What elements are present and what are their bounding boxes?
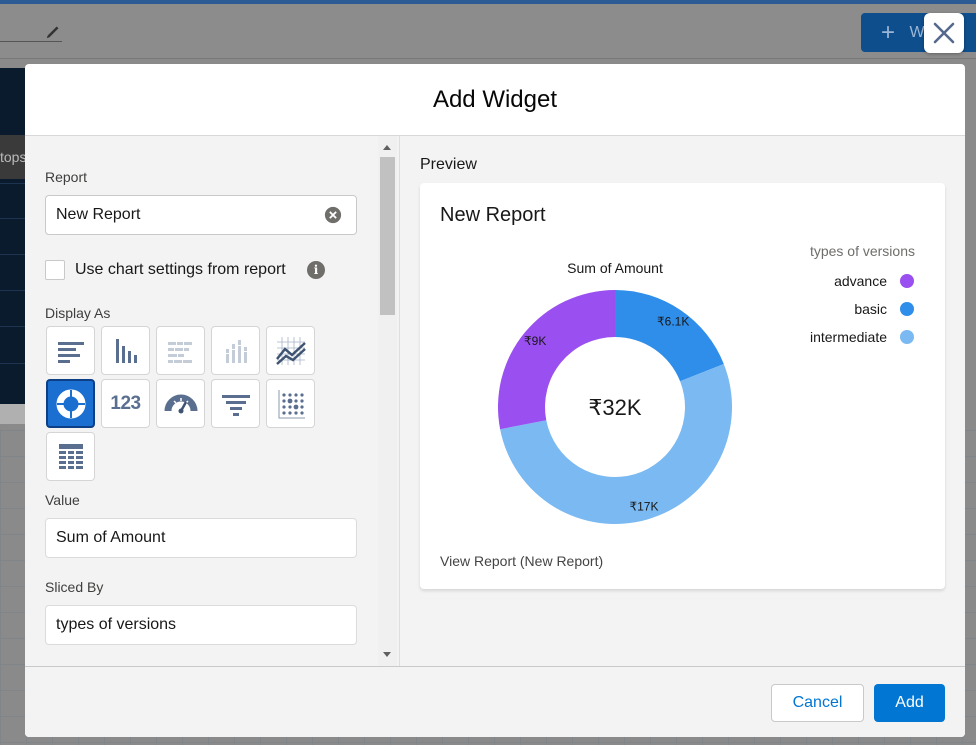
close-modal-button[interactable] — [924, 13, 964, 53]
sliced-by-value: types of versions — [56, 616, 177, 633]
horizontal-bar-chart-icon — [57, 341, 84, 363]
modal-footer: Cancel Add — [25, 666, 965, 737]
info-icon[interactable]: i — [307, 261, 325, 279]
donut-chart: ₹6.1K ₹17K ₹9K Sum of Amount ₹32K types of ve… — [498, 243, 915, 524]
vertical-bar-chart-icon — [115, 338, 137, 363]
use-chart-settings-label: Use chart settings from report — [75, 261, 286, 278]
donut-slice-basic — [615, 290, 724, 382]
report-value: New Report — [56, 206, 141, 223]
funnel-chart-icon — [221, 394, 250, 416]
preview-card: New Report ₹6.1K ₹17K ₹9K Sum of Amount ₹32K… — [420, 183, 945, 589]
value-field-value: Sum of Amount — [56, 529, 166, 546]
legend-swatch-advance — [900, 274, 914, 288]
vertical-bar-chart-button[interactable] — [101, 326, 150, 375]
line-chart-button[interactable] — [266, 326, 315, 375]
cancel-button[interactable]: Cancel — [771, 684, 864, 722]
value-label: Value — [45, 492, 80, 508]
legend-title: types of versions — [810, 243, 915, 259]
donut-slice-label-intermediate: ₹17K — [629, 499, 658, 513]
legend-swatch-intermediate — [900, 330, 914, 344]
modal-body: Report New Report Use chart settings fro… — [25, 136, 965, 666]
stacked-horizontal-bar-chart-button[interactable] — [156, 326, 205, 375]
metric-icon: 123 — [110, 392, 141, 414]
clear-icon[interactable] — [324, 206, 342, 224]
legend-item-intermediate: intermediate — [810, 329, 887, 345]
table-icon — [58, 443, 83, 469]
scroll-down-arrow-icon[interactable] — [383, 652, 391, 657]
report-label: Report — [45, 169, 88, 185]
display-as-label: Display As — [45, 305, 111, 321]
donut-center-total: ₹32K — [588, 395, 641, 420]
preview-panel: Preview New Report ₹6.1K ₹17K ₹9K Sum of Am… — [400, 136, 965, 666]
sliced-by-field[interactable]: types of versions — [45, 605, 357, 645]
modal-title: Add Widget — [432, 85, 558, 113]
legend-item-basic: basic — [854, 301, 887, 317]
value-field[interactable]: Sum of Amount — [45, 518, 357, 558]
modal-header: Add Widget — [25, 64, 965, 136]
use-chart-settings-checkbox[interactable] — [45, 260, 65, 280]
view-report-link[interactable]: View Report (New Report) — [440, 553, 603, 569]
background-left-grey-bar — [0, 404, 26, 424]
preview-label: Preview — [420, 156, 477, 173]
add-widget-modal: Add Widget Report New Report Use chart s… — [25, 64, 965, 737]
stacked-vertical-bar-chart-icon — [225, 339, 247, 363]
report-input[interactable]: New Report — [45, 195, 357, 235]
chart-title: Sum of Amount — [567, 260, 663, 276]
close-icon — [933, 22, 955, 44]
background-title-underline — [0, 41, 62, 42]
gauge-button[interactable] — [156, 379, 205, 428]
background-side-text: tops — [0, 135, 26, 179]
donut-slice-label-basic: ₹6.1K — [657, 314, 689, 328]
funnel-chart-button[interactable] — [211, 379, 260, 428]
sliced-by-label: Sliced By — [45, 579, 104, 595]
pencil-icon — [46, 26, 59, 39]
add-button[interactable]: Add — [874, 684, 945, 722]
stacked-vertical-bar-chart-button[interactable] — [211, 326, 260, 375]
settings-scrollbar[interactable] — [378, 136, 397, 666]
background-new-widget-label: W — [909, 24, 925, 41]
widget-settings-panel[interactable]: Report New Report Use chart settings fro… — [25, 136, 400, 666]
table-button[interactable] — [46, 432, 95, 481]
scatter-chart-button[interactable] — [266, 379, 315, 428]
line-chart-icon — [275, 336, 306, 365]
gauge-icon — [164, 394, 197, 413]
background-side-label: tops — [0, 149, 26, 165]
background-left-column — [0, 68, 26, 408]
stacked-horizontal-bar-chart-icon — [167, 341, 192, 363]
horizontal-bar-chart-button[interactable] — [46, 326, 95, 375]
legend-swatch-basic — [900, 302, 914, 316]
metric-button[interactable]: 123 — [101, 379, 150, 428]
donut-chart-icon — [56, 389, 85, 418]
legend-item-advance: advance — [834, 273, 887, 289]
donut-slice-label-advance: ₹9K — [524, 334, 546, 348]
donut-chart-button[interactable] — [46, 379, 95, 428]
scroll-up-arrow-icon[interactable] — [383, 145, 391, 150]
background-header: + W — [0, 4, 976, 59]
scroll-thumb[interactable] — [380, 157, 395, 315]
plus-icon: + — [881, 19, 896, 46]
scatter-chart-icon — [278, 389, 305, 418]
